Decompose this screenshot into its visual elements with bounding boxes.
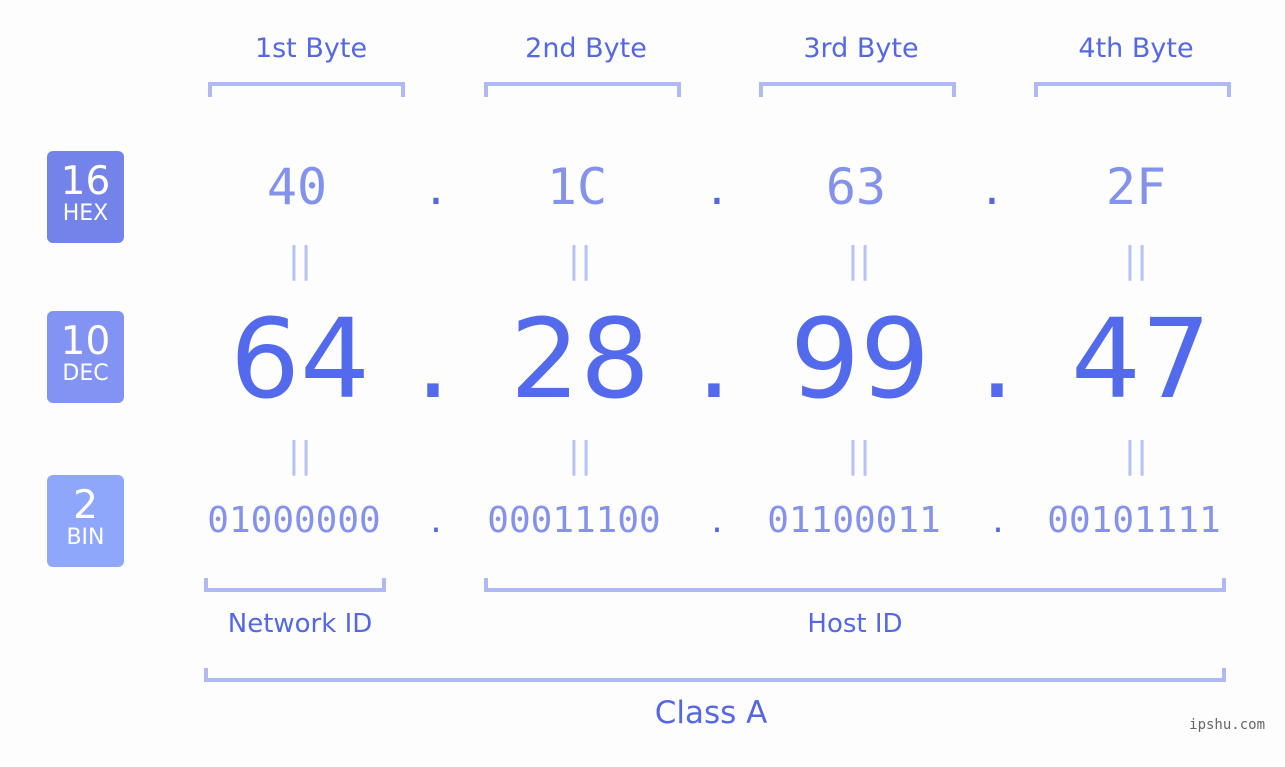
bin-base-label: BIN — [66, 525, 105, 550]
hex-value-3: 63 — [825, 158, 887, 216]
network-id-label: Network ID — [227, 609, 373, 639]
equals-sign: || — [1123, 240, 1149, 281]
bin-separator: . — [430, 500, 442, 541]
hex-badge: 16 HEX — [47, 151, 124, 243]
byte-bracket-2 — [484, 82, 681, 97]
dec-base-number: 10 — [60, 319, 111, 364]
dec-separator: . — [696, 295, 732, 423]
byte-header-4: 4th Byte — [1078, 33, 1194, 64]
byte-header-2: 2nd Byte — [525, 33, 647, 64]
dec-separator: . — [415, 295, 451, 423]
bin-separator: . — [711, 500, 723, 541]
hex-separator: . — [709, 158, 725, 216]
hex-value-4: 2F — [1105, 158, 1167, 216]
class-bracket — [204, 668, 1226, 682]
equals-sign: || — [567, 435, 593, 476]
byte-header-3: 3rd Byte — [803, 33, 919, 64]
bin-separator: . — [992, 500, 1004, 541]
class-label: Class A — [654, 695, 768, 731]
hex-base-number: 16 — [60, 159, 111, 204]
dec-value-2: 28 — [510, 295, 650, 423]
byte-bracket-1 — [208, 82, 405, 97]
bin-value-2: 00011100 — [487, 500, 661, 541]
bin-value-4: 00101111 — [1047, 500, 1221, 541]
byte-bracket-4 — [1034, 82, 1231, 97]
hex-value-1: 40 — [266, 158, 328, 216]
byte-bracket-3 — [759, 82, 956, 97]
equals-sign: || — [846, 240, 872, 281]
watermark: ipshu.com — [1189, 717, 1265, 733]
bin-base-number: 2 — [73, 483, 98, 528]
dec-badge: 10 DEC — [47, 311, 124, 403]
equals-sign: || — [1123, 435, 1149, 476]
equals-sign: || — [287, 435, 313, 476]
equals-sign: || — [846, 435, 872, 476]
hex-value-2: 1C — [546, 158, 608, 216]
hex-separator: . — [984, 158, 1000, 216]
host-id-label: Host ID — [807, 609, 903, 639]
dec-base-label: DEC — [62, 361, 109, 386]
dec-value-1: 64 — [230, 295, 370, 423]
equals-sign: || — [287, 240, 313, 281]
bin-badge: 2 BIN — [47, 475, 124, 567]
host-id-bracket — [484, 578, 1226, 592]
dec-value-4: 47 — [1071, 295, 1211, 423]
hex-separator: . — [428, 158, 444, 216]
dec-separator: . — [979, 295, 1015, 423]
dec-value-3: 99 — [790, 295, 930, 423]
byte-header-1: 1st Byte — [254, 33, 368, 64]
hex-base-label: HEX — [62, 201, 109, 226]
bin-value-3: 01100011 — [767, 500, 941, 541]
bin-value-1: 01000000 — [207, 500, 381, 541]
equals-sign: || — [567, 240, 593, 281]
network-id-bracket — [204, 578, 386, 592]
